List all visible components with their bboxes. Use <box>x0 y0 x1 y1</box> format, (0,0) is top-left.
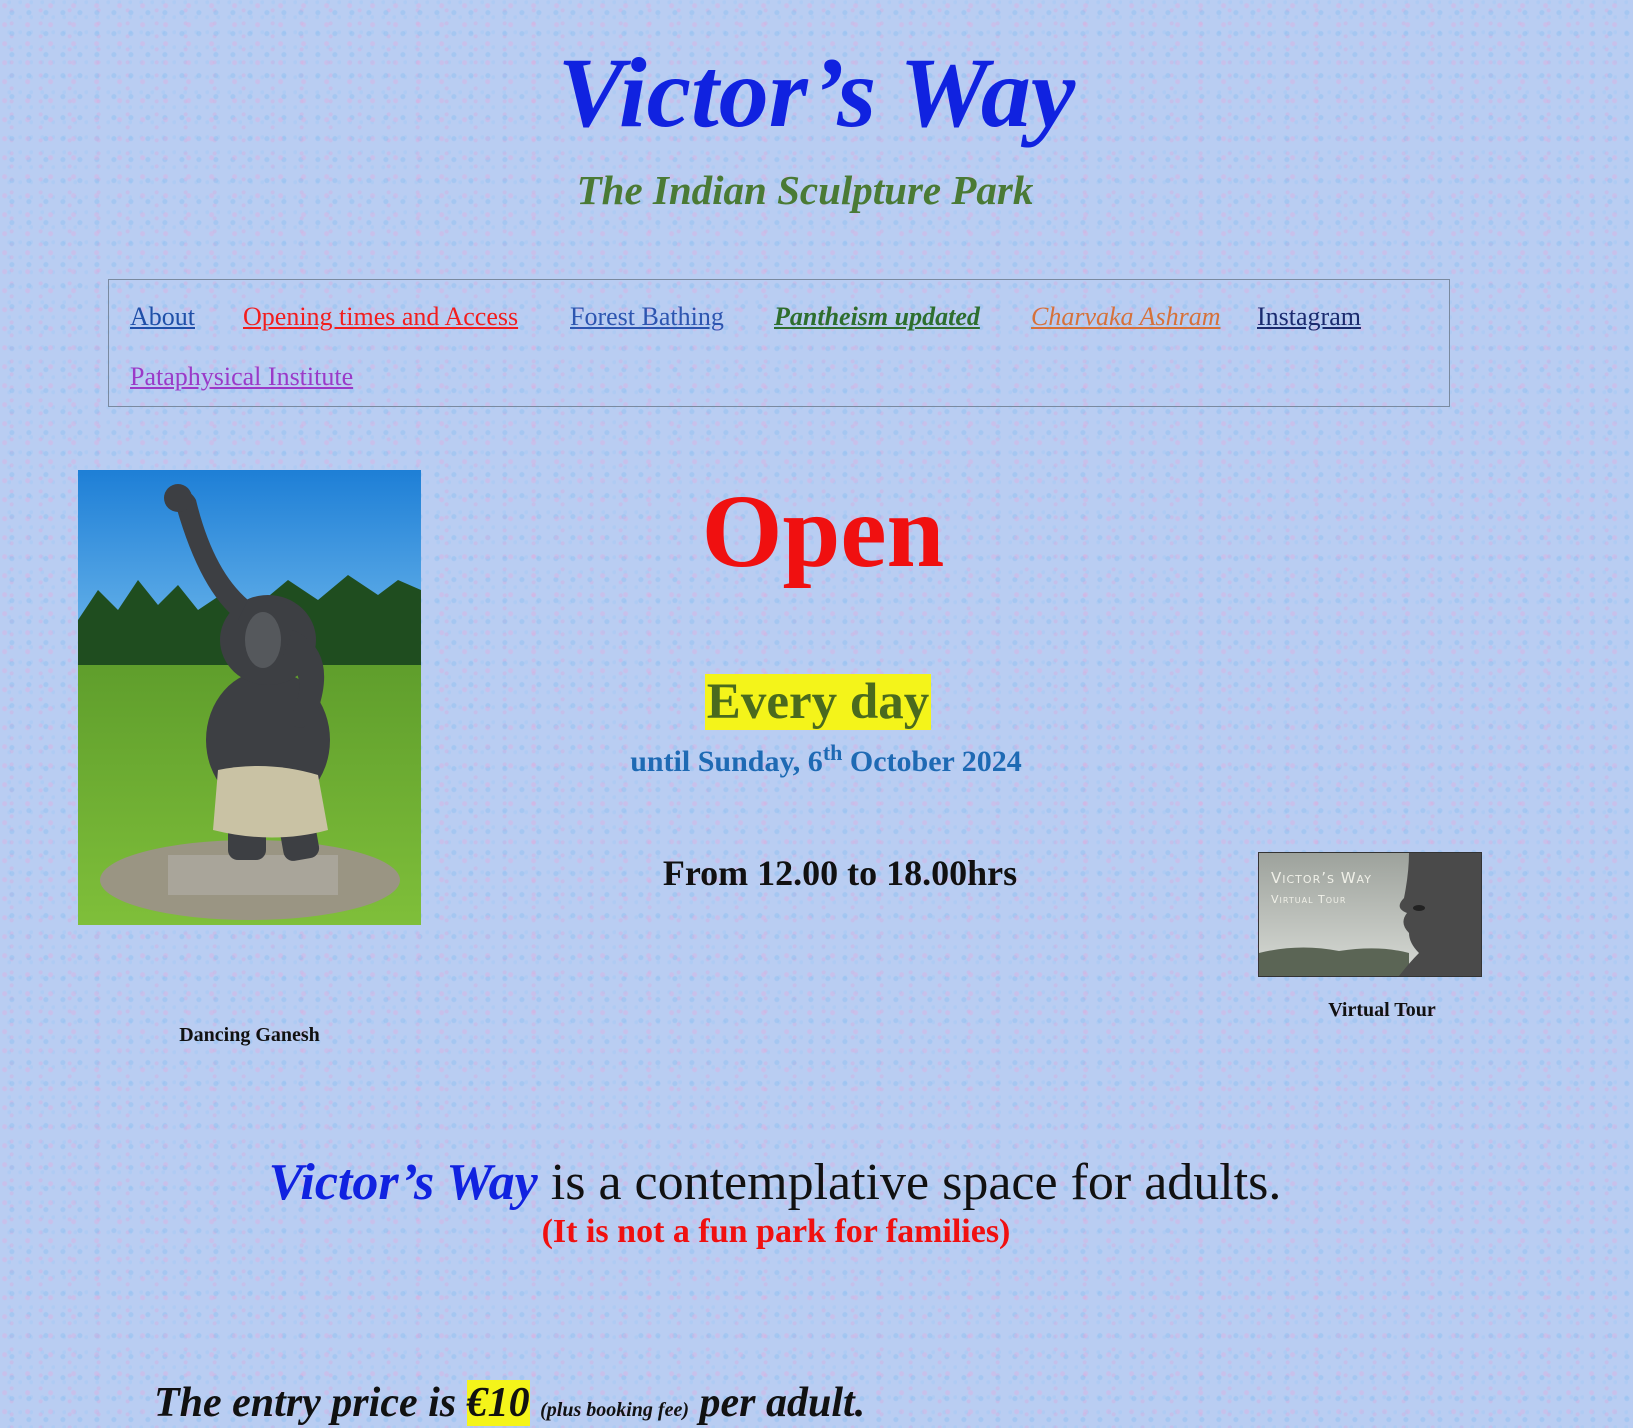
site-title: Victor’s Way <box>557 37 1076 148</box>
until-suffix: October 2024 <box>842 745 1022 778</box>
nav-link-opening-times[interactable]: Opening times and Access <box>243 301 518 332</box>
nav-link-pantheism[interactable]: Pantheism updated <box>774 301 980 332</box>
open-status-heading: Open <box>701 474 945 589</box>
price-prefix: The entry price is <box>154 1380 467 1426</box>
virtual-tour-thumb-title: Victor’s Way <box>1271 869 1372 887</box>
everyday-wrap: Every day <box>0 672 1633 733</box>
nav-link-forest-bathing[interactable]: Forest Bathing <box>570 301 724 332</box>
until-sup: th <box>822 740 843 765</box>
until-date: until Sunday, 6th October 2024 <box>0 740 1633 780</box>
intro-tagline: Victor’s Way is a contemplative space fo… <box>0 1152 1550 1214</box>
nav-link-about[interactable]: About <box>130 301 195 332</box>
virtual-tour-thumbnail[interactable]: Victor’s Way Virtual Tour <box>1258 852 1482 977</box>
virtual-tour-caption: Virtual Tour <box>1328 999 1436 1021</box>
price-amount: €10 <box>466 1380 530 1426</box>
nav-link-pataphysical-institute[interactable]: Pataphysical Institute <box>130 361 353 392</box>
nav-link-charvaka-ashram[interactable]: Charvaka Ashram <box>1031 301 1220 332</box>
ganesh-caption: Dancing Ganesh <box>179 1024 320 1046</box>
intro-text: is a contemplative space for adults. <box>537 1154 1282 1211</box>
virtual-tour-thumb-subtitle: Virtual Tour <box>1271 893 1347 906</box>
entry-price: The entry price is €10 (plus booking fee… <box>154 1378 865 1428</box>
until-prefix: until Sunday, 6 <box>630 745 823 778</box>
price-suffix: per adult. <box>699 1380 866 1426</box>
site-subtitle: The Indian Sculpture Park <box>576 167 1034 213</box>
nav-link-instagram[interactable]: Instagram <box>1257 301 1361 332</box>
intro-brand: Victor’s Way <box>268 1154 538 1211</box>
everyday-label: Every day <box>704 674 932 730</box>
price-booking-fee: (plus booking fee) <box>540 1399 690 1421</box>
intro-note: (It is not a fun park for families) <box>541 1213 1011 1250</box>
main-nav: About Opening times and Access Forest Ba… <box>108 279 1450 407</box>
